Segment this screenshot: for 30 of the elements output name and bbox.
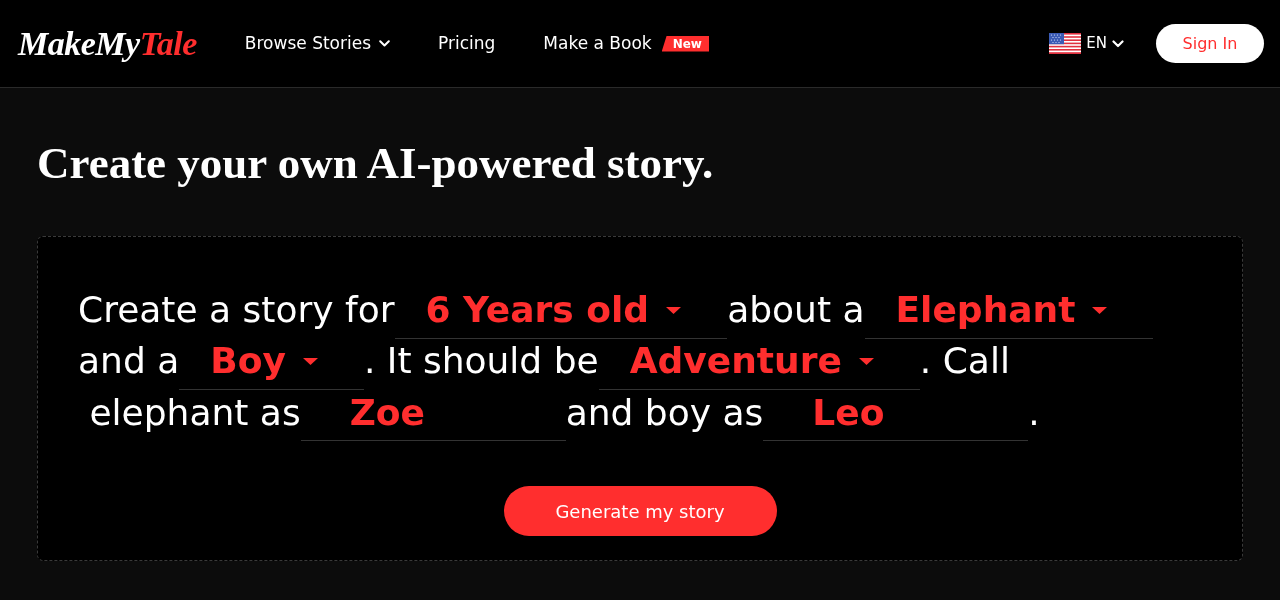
form-text: about a xyxy=(727,288,865,332)
form-text: Create a story for xyxy=(78,288,395,332)
flag-icon xyxy=(1049,33,1082,54)
form-text: . xyxy=(1028,390,1040,435)
logo[interactable]: MakeMyTale xyxy=(18,26,197,61)
nav-link[interactable]: Make a Book xyxy=(543,30,652,57)
dropdown-field[interactable]: Adventure xyxy=(598,339,920,390)
dropdown-field[interactable]: Boy xyxy=(179,339,364,390)
generate-story-button[interactable]: Generate my story xyxy=(503,486,777,536)
caret-down-icon xyxy=(858,357,874,365)
dropdown-field[interactable]: 6 Years old xyxy=(394,288,728,339)
nav-dropdown[interactable]: Browse Stories xyxy=(244,30,391,57)
form-text: . It should be xyxy=(363,339,599,383)
form-text: elephant as xyxy=(88,390,301,435)
form-text: . Call xyxy=(919,339,1010,383)
form-text: and boy as xyxy=(565,390,764,435)
language-selector[interactable]: EN xyxy=(1049,32,1124,55)
form-text: and a xyxy=(78,339,180,383)
caret-down-icon xyxy=(1092,306,1108,314)
new-badge: New xyxy=(661,35,709,52)
dropdown-field[interactable]: Elephant xyxy=(864,288,1154,339)
sign-in-button[interactable]: Sign In xyxy=(1156,24,1264,63)
input-field[interactable]: Zoe xyxy=(300,390,566,441)
chevron-down-icon xyxy=(1112,39,1124,48)
caret-down-icon xyxy=(666,306,682,314)
caret-down-icon xyxy=(302,357,318,365)
page-heading: Create your own AI-powered story. xyxy=(37,137,714,190)
input-field[interactable]: Leo xyxy=(763,390,1029,441)
chevron-down-icon xyxy=(379,40,391,47)
nav-link[interactable]: Pricing xyxy=(438,30,496,57)
